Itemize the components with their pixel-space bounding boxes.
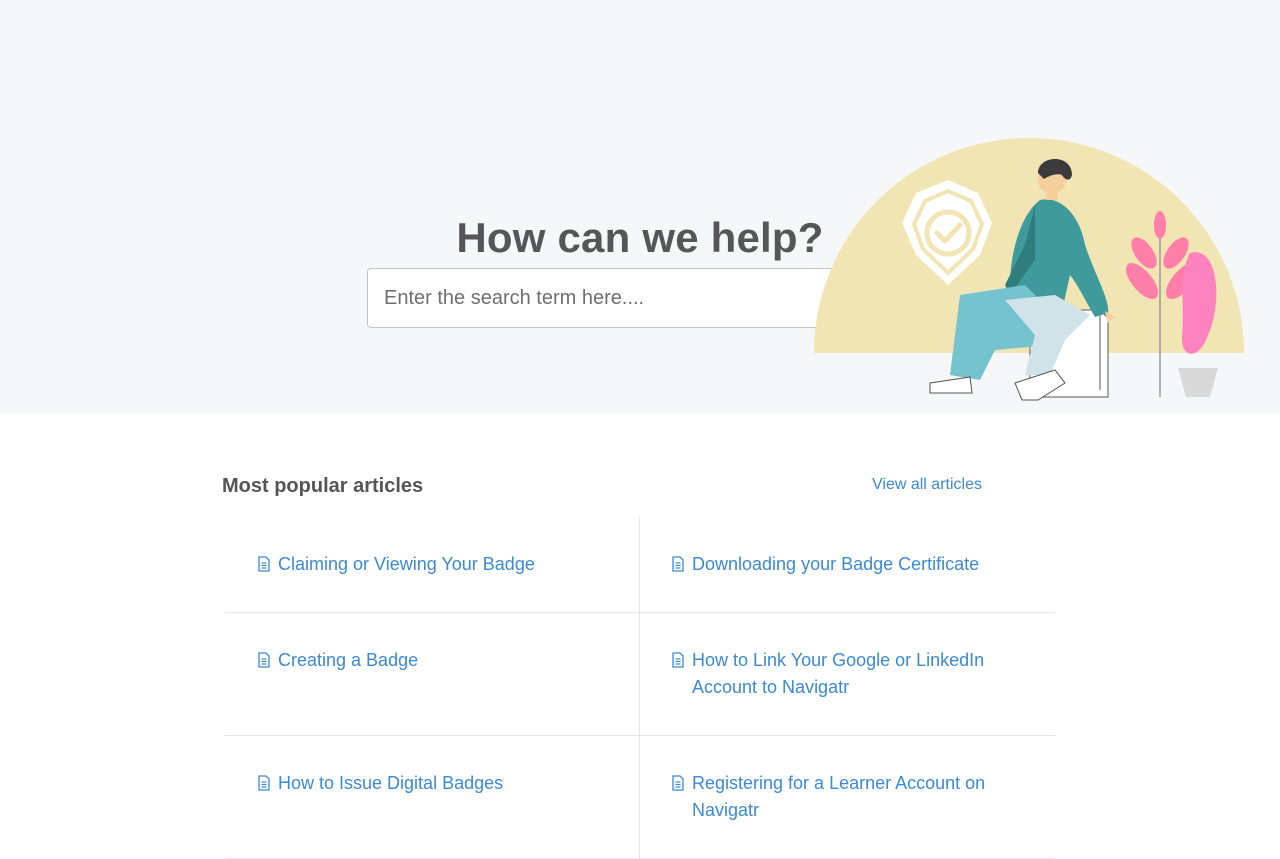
document-icon	[672, 775, 684, 791]
article-item[interactable]: Downloading your Badge Certificate	[640, 517, 1055, 612]
articles-row: Creating a Badge How to Link Your Google…	[225, 613, 1055, 736]
search-input[interactable]	[368, 269, 857, 327]
article-item[interactable]: How to Link Your Google or LinkedIn Acco…	[640, 613, 1055, 735]
hero-illustration	[814, 138, 1244, 401]
articles-grid: Claiming or Viewing Your Badge Downloadi…	[225, 517, 1055, 859]
document-icon	[258, 556, 270, 572]
articles-row: Claiming or Viewing Your Badge Downloadi…	[225, 517, 1055, 613]
articles-row: How to Issue Digital Badges Registering …	[225, 736, 1055, 859]
document-icon	[258, 775, 270, 791]
article-link[interactable]: Creating a Badge	[278, 647, 418, 674]
popular-articles-title: Most popular articles	[222, 475, 424, 497]
article-item[interactable]: How to Issue Digital Badges	[225, 736, 640, 858]
document-icon	[258, 652, 270, 668]
document-icon	[672, 652, 684, 668]
article-link[interactable]: How to Issue Digital Badges	[278, 770, 503, 797]
hero-section: How can we help?	[0, 0, 1280, 414]
article-link[interactable]: Registering for a Learner Account on Nav…	[692, 770, 1025, 824]
view-all-articles-link[interactable]: View all articles	[872, 476, 982, 494]
article-item[interactable]: Registering for a Learner Account on Nav…	[640, 736, 1055, 858]
article-link[interactable]: How to Link Your Google or LinkedIn Acco…	[692, 647, 1025, 701]
article-item[interactable]: Creating a Badge	[225, 613, 640, 735]
article-link[interactable]: Claiming or Viewing Your Badge	[278, 551, 535, 578]
article-item[interactable]: Claiming or Viewing Your Badge	[225, 517, 640, 612]
article-link[interactable]: Downloading your Badge Certificate	[692, 551, 979, 578]
document-icon	[672, 556, 684, 572]
